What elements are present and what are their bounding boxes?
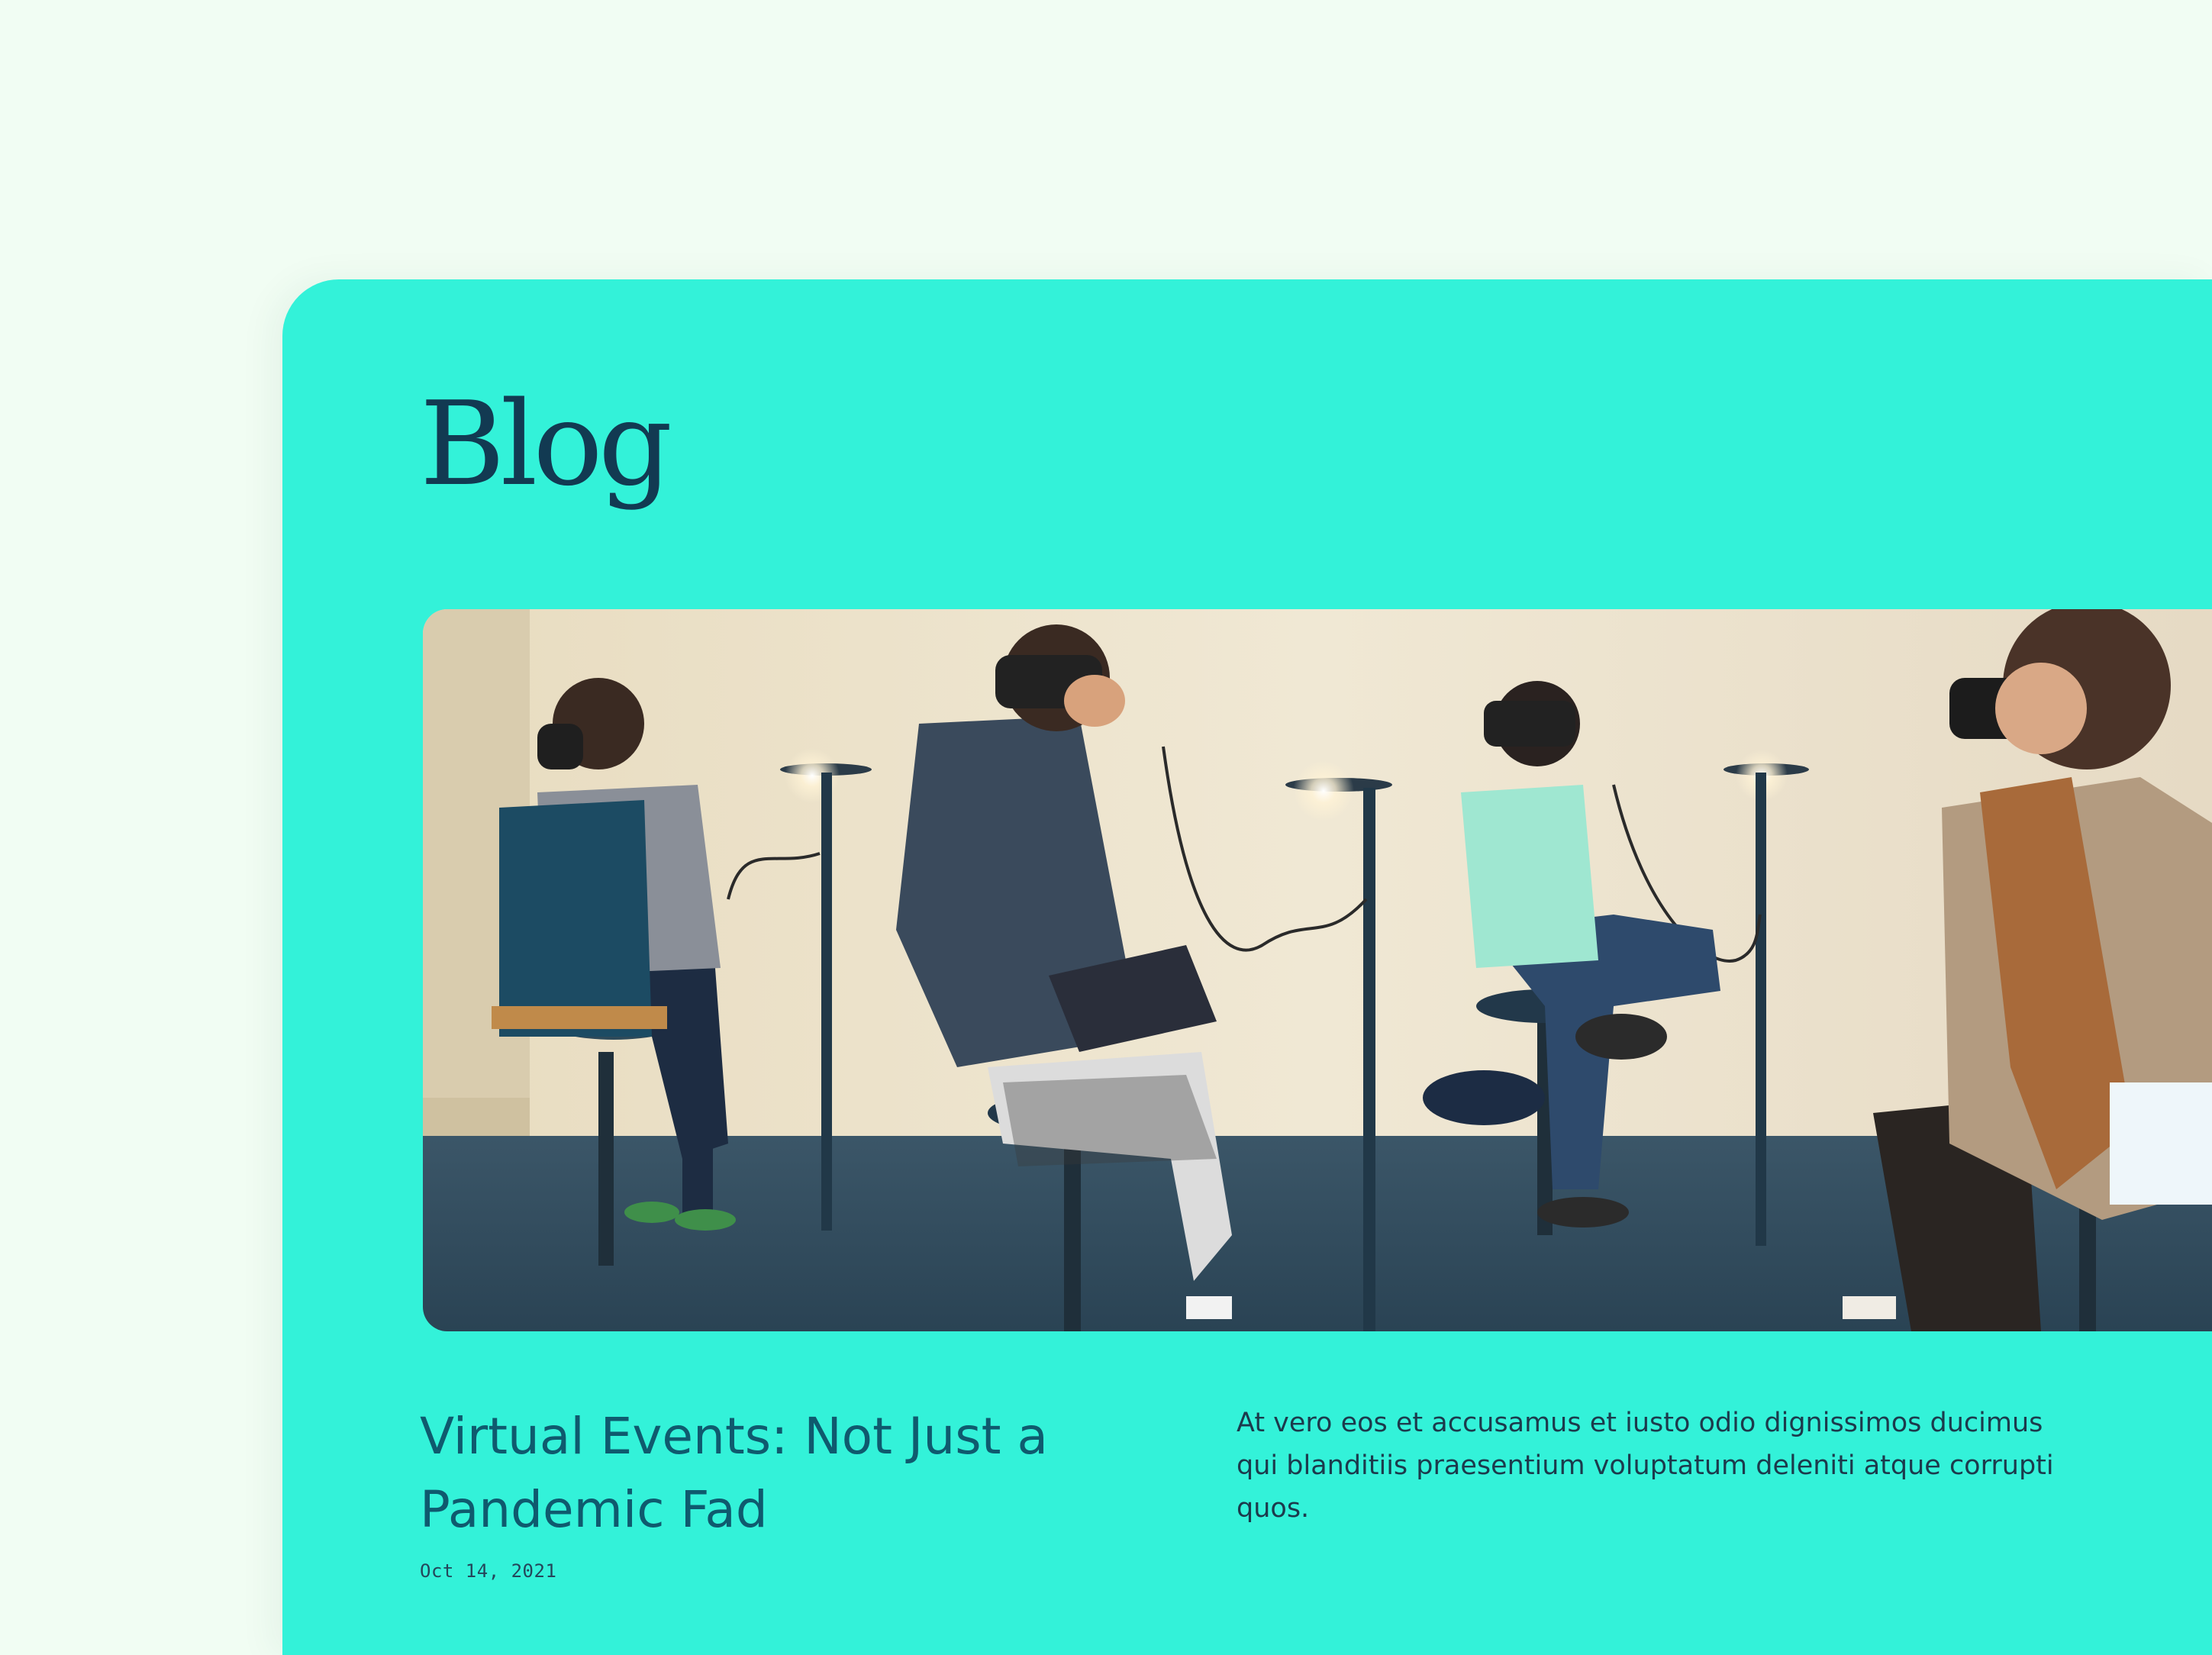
- post-title[interactable]: Virtual Events: Not Just a Pandemic Fad: [420, 1400, 1107, 1547]
- post-excerpt: At vero eos et accusamus et iusto odio d…: [1237, 1408, 2054, 1524]
- post-date: Oct 14, 2021: [420, 1560, 557, 1582]
- post-hero-image[interactable]: [423, 609, 2212, 1331]
- page-title: Blog: [420, 376, 672, 511]
- blog-card: Blog Virtual Events: Not Just a Pandemic…: [282, 279, 2212, 1655]
